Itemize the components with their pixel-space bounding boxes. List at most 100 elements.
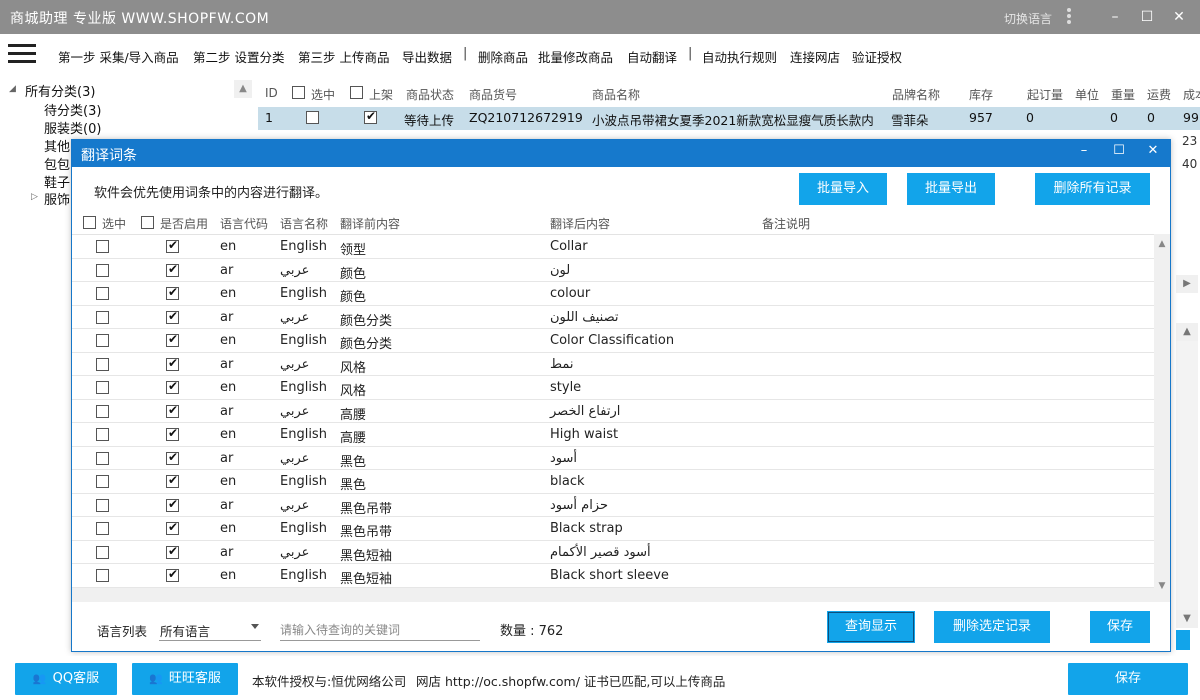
tree-scroll-up-icon[interactable]: ▲: [234, 80, 252, 98]
row-select-checkbox[interactable]: [96, 404, 109, 418]
qq-service-button[interactable]: 👥 QQ客服: [15, 663, 117, 695]
menu-upload-products[interactable]: 第三步 上传商品: [298, 47, 389, 66]
more-options-icon[interactable]: [1062, 6, 1076, 26]
grid-scroll-up-icon[interactable]: ▲: [1176, 323, 1198, 341]
row-enabled-checkbox[interactable]: [166, 567, 179, 582]
keyword-search-input[interactable]: [280, 615, 480, 641]
row-select-checkbox[interactable]: [96, 357, 109, 371]
scroll-down-icon[interactable]: ▼: [1154, 578, 1170, 594]
row-select-checkbox[interactable]: [96, 310, 109, 324]
menu-verify-license[interactable]: 验证授权: [852, 47, 902, 66]
row-select-checkbox[interactable]: [306, 111, 319, 124]
maximize-button[interactable]: ☐: [1134, 4, 1160, 30]
expand-triangle-icon[interactable]: ◢: [9, 84, 16, 94]
row-enabled-checkbox[interactable]: [166, 262, 179, 277]
scroll-up-icon[interactable]: ▲: [1154, 236, 1170, 252]
dialog-save-button[interactable]: 保存: [1090, 611, 1150, 643]
grid-vertical-scrollbar[interactable]: [1176, 341, 1198, 610]
menu-delete-products[interactable]: 删除商品: [478, 47, 528, 66]
batch-import-button[interactable]: 批量导入: [799, 173, 887, 205]
dialog-close-button[interactable]: ✕: [1142, 143, 1164, 158]
table-row[interactable]: ar عربي 黑色短袖 أسود قصير الأكمام: [72, 541, 1154, 564]
menu-batch-modify[interactable]: 批量修改商品: [538, 47, 613, 66]
row-select-checkbox[interactable]: [96, 428, 109, 441]
tree-node-bags[interactable]: 包包: [44, 154, 70, 173]
dialog-maximize-button[interactable]: ☐: [1108, 143, 1130, 158]
grid-scroll-down-icon[interactable]: ▼: [1176, 610, 1198, 628]
row-select-checkbox[interactable]: [96, 451, 109, 465]
row-enabled-checkbox[interactable]: [166, 450, 179, 465]
row-enabled-checkbox[interactable]: [166, 520, 179, 535]
row-select-checkbox[interactable]: [96, 475, 109, 488]
table-row[interactable]: en English 黑色短袖 Black short sleeve: [72, 564, 1154, 588]
tree-node-uncategorized[interactable]: 待分类(3): [44, 100, 101, 119]
dictionary-horizontal-scrollbar[interactable]: [72, 588, 1154, 602]
delete-selected-button[interactable]: 删除选定记录: [934, 611, 1050, 643]
row-enabled-checkbox[interactable]: [166, 403, 179, 418]
tree-node-other[interactable]: 其他: [44, 136, 70, 155]
table-row[interactable]: en English 颜色 colour: [72, 282, 1154, 306]
tree-node-clothing[interactable]: 服装类(0): [44, 118, 101, 137]
table-row[interactable]: en English 黑色 black: [72, 470, 1154, 494]
row-select-checkbox[interactable]: [96, 240, 109, 253]
row-listed-checkbox[interactable]: [364, 109, 377, 124]
row-enabled-checkbox[interactable]: [166, 332, 179, 347]
table-row[interactable]: ar عربي 风格 نمط: [72, 353, 1154, 376]
enable-all-checkbox[interactable]: [141, 216, 154, 229]
table-row[interactable]: en English 风格 style: [72, 376, 1154, 400]
row-select-checkbox[interactable]: [96, 545, 109, 559]
menu-connect-shop[interactable]: 连接网店: [790, 47, 840, 66]
main-save-button[interactable]: 保存: [1068, 663, 1188, 695]
dictionary-vertical-scrollbar[interactable]: ▲ ▼: [1154, 234, 1170, 602]
row-enabled-checkbox[interactable]: [166, 309, 179, 324]
table-row[interactable]: ar عربي 颜色分类 تصنيف اللون: [72, 306, 1154, 329]
minimize-button[interactable]: –: [1102, 4, 1128, 30]
row-enabled-checkbox[interactable]: [166, 285, 179, 300]
row-enabled-checkbox[interactable]: [166, 379, 179, 394]
grid-scroll-right-icon[interactable]: ▶: [1176, 275, 1198, 293]
row-select-checkbox[interactable]: [96, 569, 109, 582]
row-enabled-checkbox[interactable]: [166, 544, 179, 559]
select-all-checkbox[interactable]: [292, 86, 305, 99]
table-row[interactable]: en English 黑色吊带 Black strap: [72, 517, 1154, 541]
table-row[interactable]: ar عربي 颜色 لون: [72, 259, 1154, 282]
query-display-button[interactable]: 查询显示: [827, 611, 915, 643]
menu-auto-rules[interactable]: 自动执行规则: [702, 47, 777, 66]
row-select-checkbox[interactable]: [96, 334, 109, 347]
table-row[interactable]: en English 高腰 High waist: [72, 423, 1154, 447]
table-row[interactable]: en English 领型 Collar: [72, 235, 1154, 259]
grid-side-button[interactable]: [1176, 630, 1190, 650]
select-all-checkbox[interactable]: [83, 216, 96, 229]
listed-all-checkbox[interactable]: [350, 86, 363, 99]
row-enabled-checkbox[interactable]: [166, 473, 179, 488]
row-select-checkbox[interactable]: [96, 381, 109, 394]
menu-export-data[interactable]: 导出数据: [402, 47, 452, 66]
table-row[interactable]: 1 等待上传 ZQ210712672919 小波点吊带裙女夏季2021新款宽松显…: [258, 107, 1200, 130]
language-select[interactable]: 所有语言: [159, 615, 261, 641]
close-button[interactable]: ✕: [1166, 4, 1192, 30]
row-select-checkbox[interactable]: [96, 287, 109, 300]
table-row[interactable]: ar عربي 黑色 أسود: [72, 447, 1154, 470]
delete-all-records-button[interactable]: 删除所有记录: [1035, 173, 1150, 205]
row-select-checkbox[interactable]: [96, 498, 109, 512]
wangwang-service-button[interactable]: 👥 旺旺客服: [132, 663, 238, 695]
row-enabled-checkbox[interactable]: [166, 356, 179, 371]
table-row[interactable]: ar عربي 黑色吊带 حزام أسود: [72, 494, 1154, 517]
menu-collect-import[interactable]: 第一步 采集/导入商品: [58, 47, 179, 66]
dialog-minimize-button[interactable]: –: [1073, 143, 1095, 158]
row-enabled-checkbox[interactable]: [166, 497, 179, 512]
tree-node-accessories[interactable]: 服饰: [44, 189, 70, 208]
menu-set-category[interactable]: 第二步 设置分类: [193, 47, 284, 66]
table-row[interactable]: en English 颜色分类 Color Classification: [72, 329, 1154, 353]
row-enabled-checkbox[interactable]: [166, 238, 179, 253]
row-enabled-checkbox[interactable]: [166, 426, 179, 441]
menu-auto-translate[interactable]: 自动翻译: [627, 47, 677, 66]
row-select-checkbox[interactable]: [96, 263, 109, 277]
row-select-checkbox[interactable]: [96, 522, 109, 535]
table-row[interactable]: ar عربي 高腰 ارتفاع الخصر: [72, 400, 1154, 423]
hamburger-menu-icon[interactable]: [5, 39, 39, 73]
switch-language-link[interactable]: 切换语言: [1004, 10, 1052, 27]
collapse-triangle-icon[interactable]: ▷: [31, 192, 38, 202]
batch-export-button[interactable]: 批量导出: [907, 173, 995, 205]
tree-node-all[interactable]: 所有分类(3): [25, 81, 95, 100]
